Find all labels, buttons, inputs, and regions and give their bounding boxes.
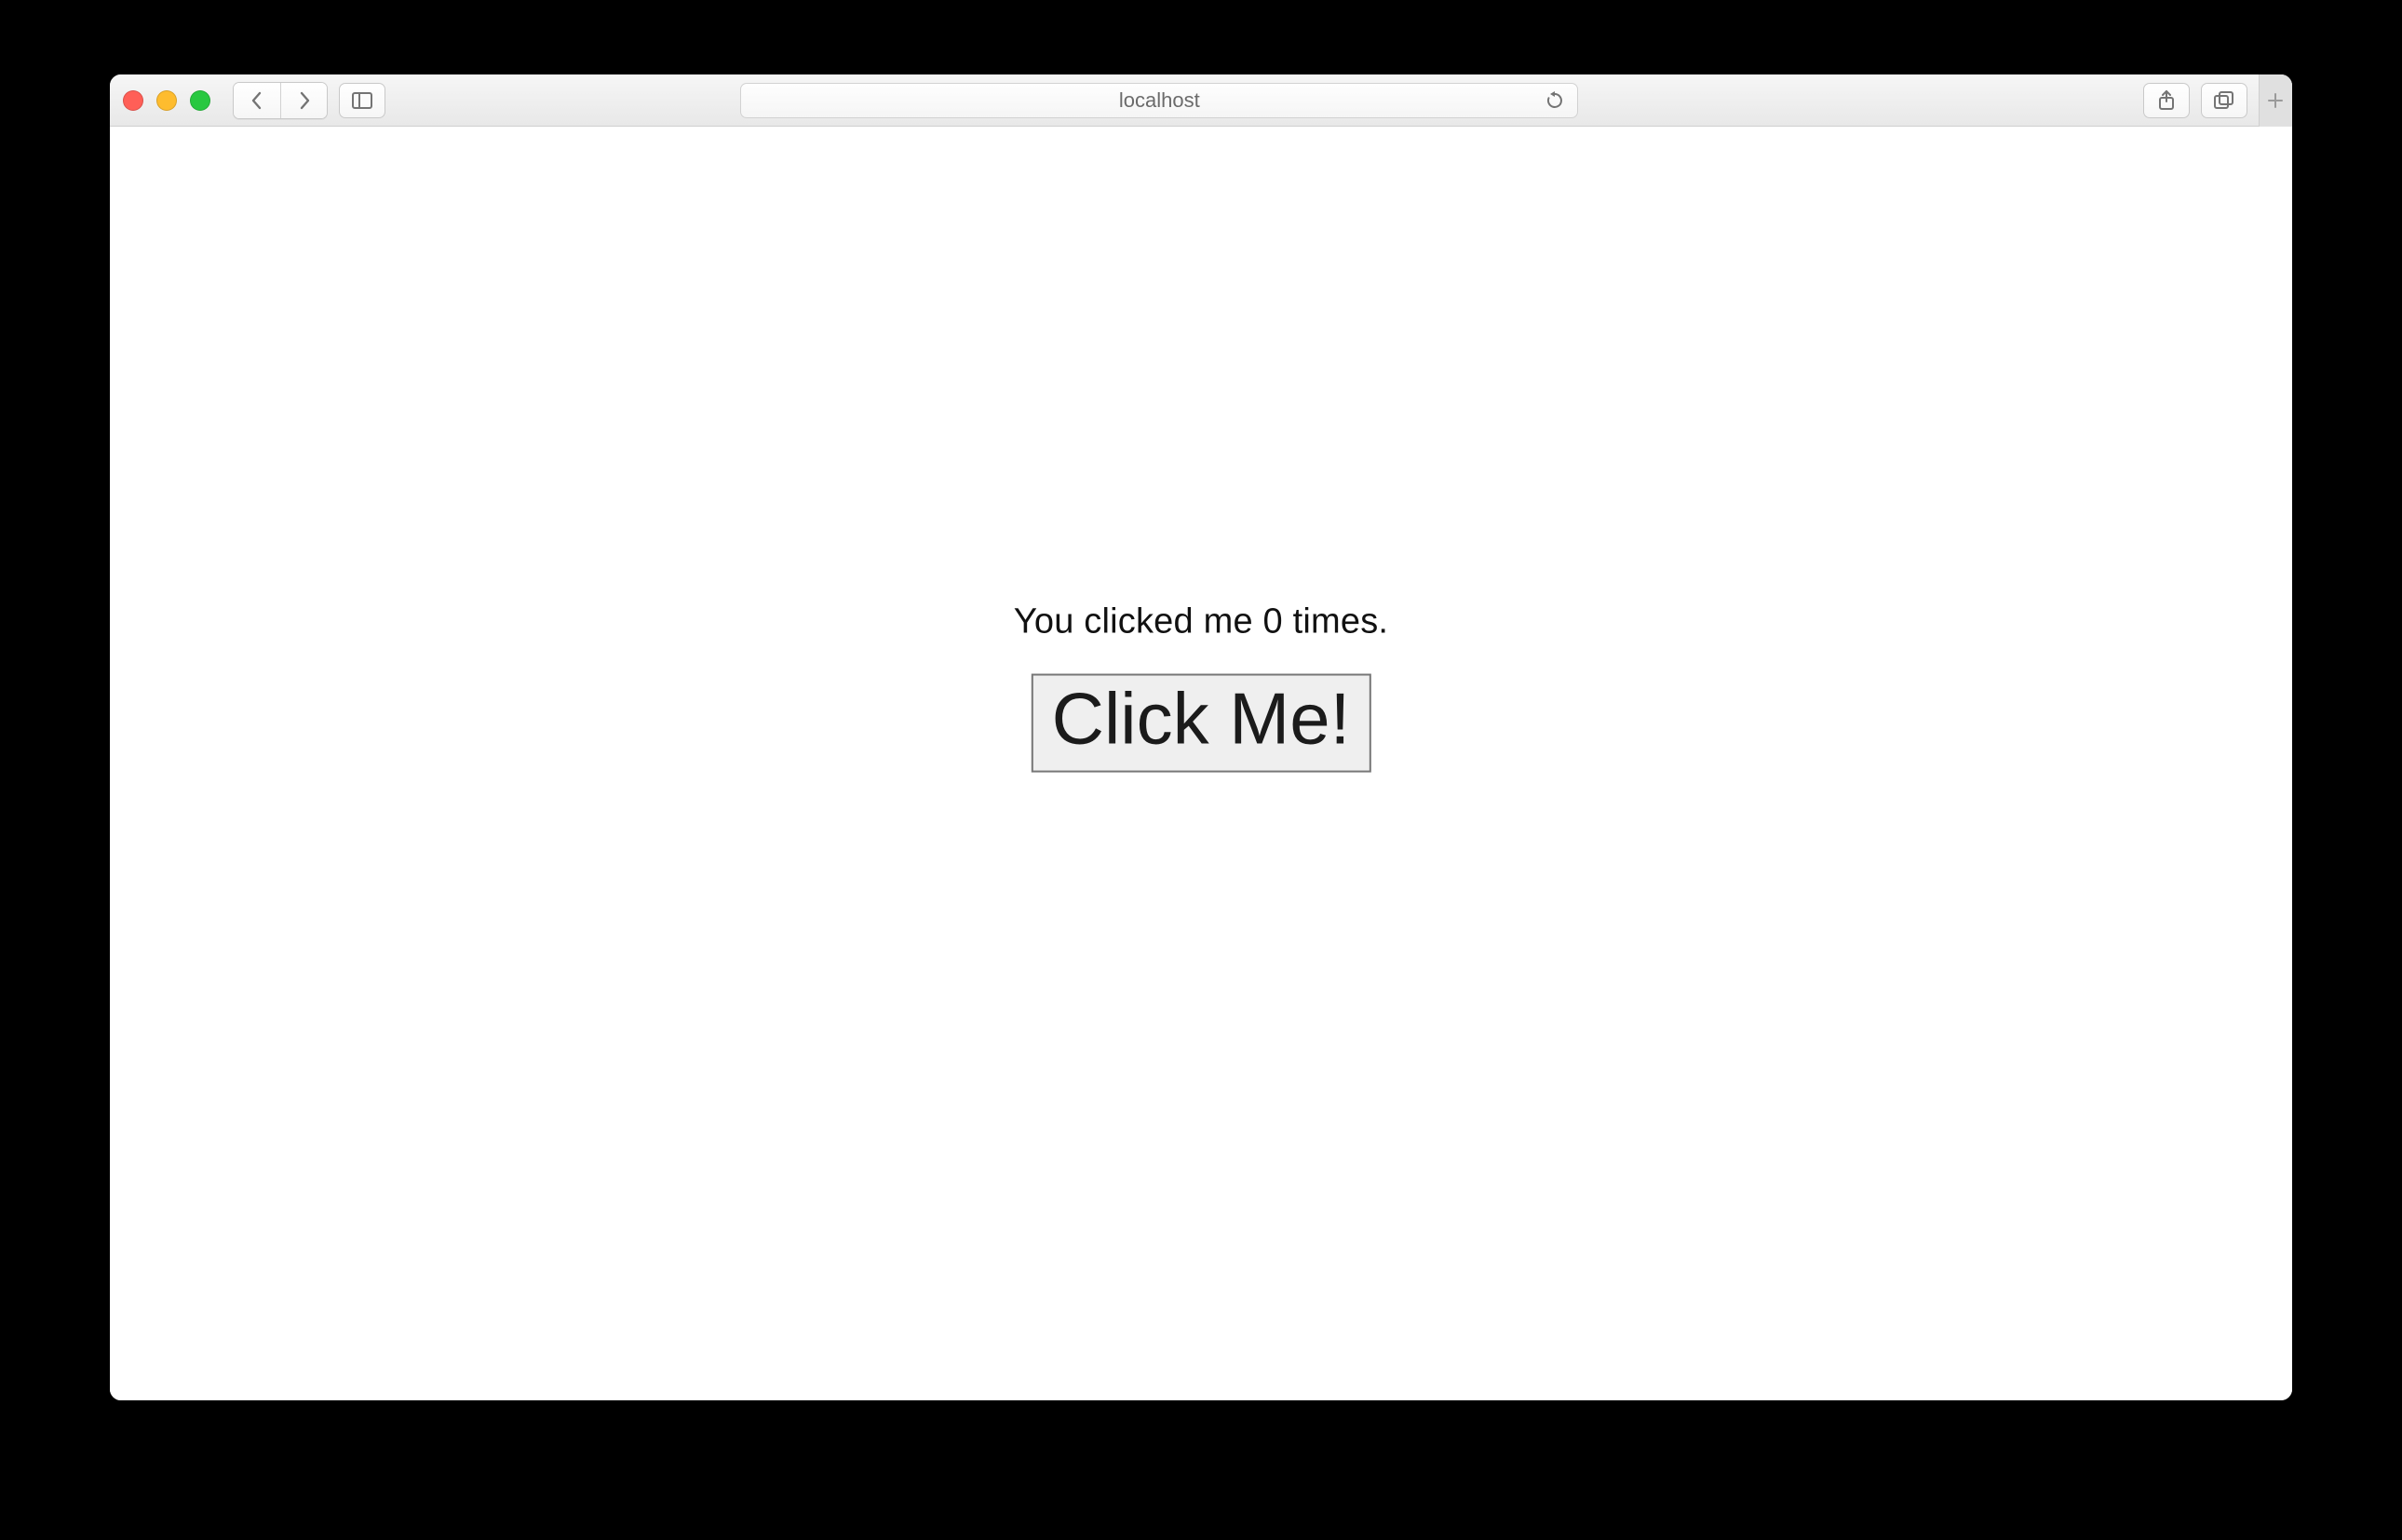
fullscreen-window-button[interactable]	[190, 90, 210, 111]
titlebar: localhost	[110, 74, 2292, 127]
tabs-overview-button[interactable]	[2201, 83, 2247, 118]
tabs-icon	[2214, 91, 2234, 110]
click-count-text: You clicked me 0 times.	[1014, 601, 1388, 642]
address-bar[interactable]: localhost	[740, 83, 1578, 118]
sidebar-toggle-button[interactable]	[339, 83, 385, 118]
share-button[interactable]	[2143, 83, 2190, 118]
back-button[interactable]	[234, 83, 280, 118]
nav-buttons	[233, 82, 328, 119]
share-icon	[2158, 90, 2175, 111]
reload-button[interactable]	[1542, 88, 1568, 114]
sidebar-icon	[352, 92, 372, 109]
forward-button[interactable]	[280, 83, 327, 118]
click-me-button[interactable]: Click Me!	[1032, 673, 1371, 772]
browser-window: localhost	[110, 74, 2292, 1400]
minimize-window-button[interactable]	[156, 90, 177, 111]
chevron-left-icon	[250, 91, 264, 110]
address-text: localhost	[1119, 88, 1200, 113]
close-window-button[interactable]	[123, 90, 143, 111]
chevron-right-icon	[297, 91, 312, 110]
counter-widget: You clicked me 0 times. Click Me!	[1014, 601, 1388, 772]
reload-icon	[1545, 91, 1564, 110]
new-tab-button[interactable]	[2259, 74, 2292, 127]
window-controls	[123, 90, 210, 111]
titlebar-right-controls	[2143, 83, 2279, 118]
plus-icon	[2267, 92, 2284, 109]
page-content: You clicked me 0 times. Click Me!	[110, 127, 2292, 1400]
